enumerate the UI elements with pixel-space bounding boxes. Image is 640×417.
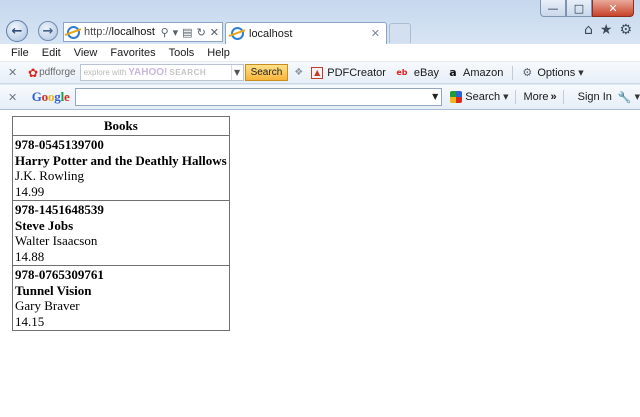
sign-in-label: Sign In [577, 91, 612, 103]
google-search-label: Search [465, 91, 501, 103]
sign-in-button[interactable]: Sign In [578, 91, 612, 103]
menu-edit[interactable]: Edit [42, 47, 61, 59]
pdf-icon: ▲ [311, 66, 324, 79]
amazon-link[interactable]: a Amazon [447, 66, 504, 79]
menu-tools[interactable]: Tools [169, 47, 195, 59]
back-button[interactable]: ← [6, 20, 28, 42]
chevron-down-icon: ▼ [503, 93, 509, 101]
yahoo-search-button[interactable]: Search [244, 64, 289, 81]
book-isbn: 978-0545139700 [15, 137, 104, 152]
stop-icon[interactable]: ✕ [210, 27, 219, 38]
pdfforge-logo[interactable]: ✿ pdfforge [28, 66, 76, 80]
yahoo-brand: YAHOO! [128, 67, 168, 78]
book-isbn: 978-0765309761 [15, 267, 104, 282]
pdfcreator-link[interactable]: ▲ PDFCreator [311, 66, 386, 79]
page-favicon-icon [67, 25, 80, 39]
browser-chrome: — □ ✕ ← → http://localhost ⚲ ▾ ▤ ↻ ✕ loc… [0, 0, 640, 110]
refresh-icon[interactable]: ↻ [197, 27, 206, 38]
page-content: Books 978-0545139700 Harry Potter and th… [0, 110, 640, 417]
options-label: Options [537, 66, 576, 79]
google-search-input[interactable]: ▼ [74, 88, 443, 106]
books-table: Books 978-0545139700 Harry Potter and th… [12, 116, 230, 331]
logo-letter: G [31, 89, 42, 104]
home-icon[interactable]: ⌂ [584, 23, 593, 37]
pdfforge-toolbar: ✕ ✿ pdfforge explore with YAHOO! SEARCH ▼… [0, 62, 640, 84]
url-host: localhost [111, 26, 155, 38]
chevron-down-icon: ▼ [578, 68, 584, 77]
more-button[interactable]: More» [523, 91, 556, 103]
chevron-down-icon[interactable]: ▼ [230, 65, 243, 80]
toolbar-grip-icon[interactable]: ❖ [294, 67, 303, 78]
tab-close-icon[interactable]: ✕ [371, 27, 380, 40]
ebay-label: eBay [413, 66, 439, 79]
google-search-button[interactable]: Search ▼ [450, 91, 509, 103]
book-price: 14.88 [15, 248, 45, 264]
chevron-down-icon[interactable]: ▼ [432, 92, 438, 101]
toolbar-separator [512, 65, 514, 80]
book-author: Gary Braver [15, 298, 80, 313]
amazon-label: Amazon [463, 66, 504, 79]
table-row: 978-0765309761 Tunnel Vision Gary Braver… [13, 265, 229, 330]
book-author: J.K. Rowling [15, 168, 84, 183]
table-row: 978-0545139700 Harry Potter and the Deat… [13, 136, 229, 200]
new-tab-button[interactable] [389, 23, 411, 43]
menu-file[interactable]: File [11, 47, 29, 59]
tab-localhost[interactable]: localhost ✕ [225, 22, 387, 44]
pdfcreator-label: PDFCreator [327, 66, 386, 79]
table-header: Books [13, 117, 229, 136]
right-tools: ⌂ ★ ⚙ [584, 23, 632, 37]
address-bar[interactable]: http://localhost ⚲ ▾ ▤ ↻ ✕ [63, 22, 223, 42]
double-chevron-right-icon: » [550, 91, 557, 103]
book-title: Harry Potter and the Deathly Hallows [15, 152, 227, 168]
gear-icon: ⚙ [522, 66, 533, 79]
dropdown-icon[interactable]: ▾ [173, 27, 179, 38]
chevron-down-icon: ▼ [634, 93, 640, 101]
address-url[interactable]: http://localhost [84, 26, 155, 38]
menu-view[interactable]: View [74, 47, 98, 59]
tab-title: localhost [249, 27, 293, 40]
ebay-icon: eb [396, 68, 408, 77]
compatibility-icon[interactable]: ▤ [182, 27, 192, 38]
logo-letter: e [63, 89, 70, 104]
window-buttons: — □ ✕ [540, 0, 634, 18]
tools-gear-icon[interactable]: ⚙ [619, 23, 632, 37]
toolbar-separator [514, 90, 516, 104]
close-toolbar-icon[interactable]: ✕ [8, 91, 20, 104]
yahoo-placeholder: explore with [83, 68, 127, 77]
book-title: Tunnel Vision [15, 282, 92, 298]
close-icon[interactable]: ✕ [592, 0, 634, 17]
google-toolbar: ✕ Google ▼ Search ▼ More» Sign In 🔧 ▼ [0, 85, 640, 109]
google-logo[interactable]: Google [32, 89, 70, 105]
search-icon[interactable]: ⚲ [161, 27, 169, 38]
menu-bar: File Edit View Favorites Tools Help [0, 44, 640, 62]
book-isbn: 978-1451648539 [15, 202, 104, 217]
pdfforge-flame-icon: ✿ [28, 65, 39, 80]
book-price: 14.99 [15, 183, 45, 199]
tab-favicon-icon [231, 27, 244, 40]
table-row: 978-1451648539 Steve Jobs Walter Isaacso… [13, 200, 229, 265]
maximize-icon[interactable]: □ [566, 0, 592, 17]
ebay-link[interactable]: eb eBay [394, 67, 439, 79]
book-price: 14.15 [15, 313, 45, 329]
menu-favorites[interactable]: Favorites [110, 47, 155, 59]
forward-button[interactable]: → [38, 21, 58, 41]
minimize-icon[interactable]: — [540, 0, 566, 17]
options-menu[interactable]: ⚙ Options ▼ [521, 66, 584, 79]
favorites-star-icon[interactable]: ★ [600, 23, 613, 37]
address-icons: ⚲ ▾ ▤ ↻ ✕ [161, 27, 222, 38]
wrench-icon[interactable]: 🔧 ▼ [618, 91, 640, 104]
book-author: Walter Isaacson [15, 233, 98, 248]
close-toolbar-icon[interactable]: ✕ [8, 66, 20, 79]
google-search-icon [450, 91, 463, 103]
more-label: More [523, 91, 549, 103]
url-prefix: http:// [84, 26, 112, 38]
toolbar-separator [562, 90, 564, 104]
yahoo-search-word: SEARCH [169, 68, 207, 77]
amazon-icon: a [449, 66, 457, 79]
book-title: Steve Jobs [15, 217, 74, 233]
yahoo-search-input[interactable]: explore with YAHOO! SEARCH ▼ [79, 64, 244, 81]
pdfforge-brand: pdfforge [39, 67, 76, 78]
menu-help[interactable]: Help [207, 47, 230, 59]
